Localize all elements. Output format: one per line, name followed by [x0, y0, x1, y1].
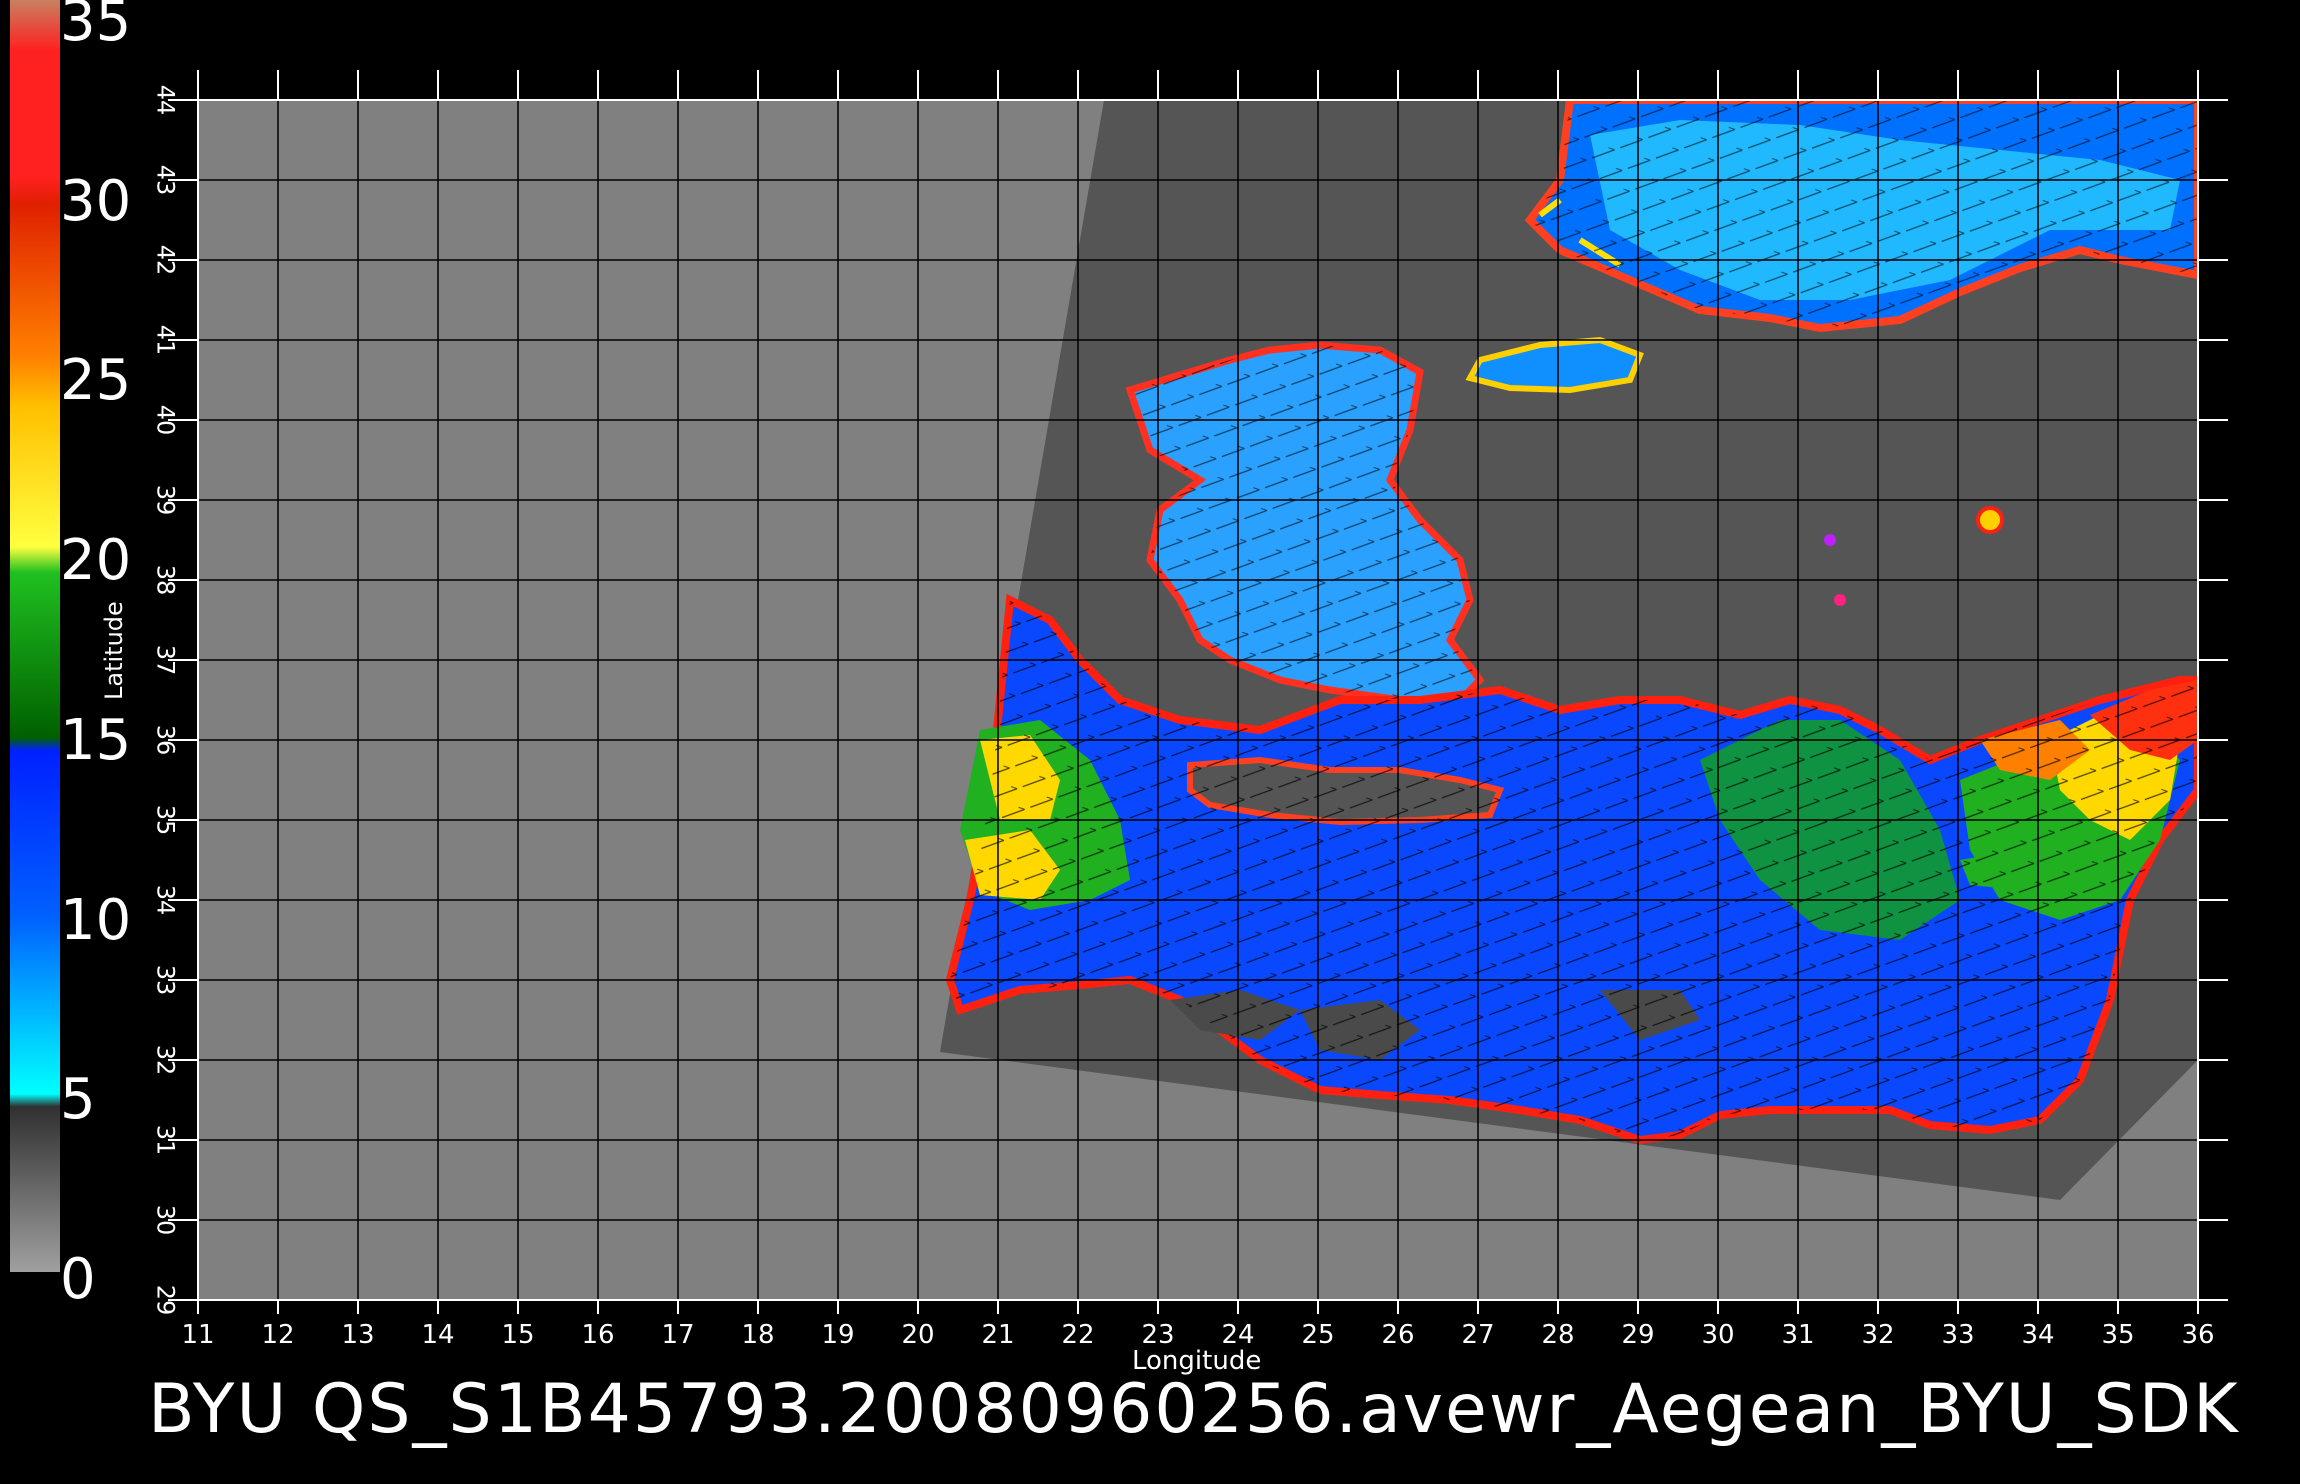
- x-tick-label: 34: [2021, 1320, 2055, 1350]
- y-tick-label: 29: [151, 1284, 180, 1316]
- x-tick-label: 20: [901, 1320, 935, 1350]
- colorbar-label: 5: [60, 1067, 96, 1133]
- colorbar-label: 25: [60, 348, 132, 414]
- image-title: BYU QS_S1B45793.20080960256.avewr_Aegean…: [148, 1370, 2240, 1449]
- y-tick-label: 40: [151, 404, 180, 436]
- x-tick-label: 26: [1381, 1320, 1415, 1350]
- x-tick-label: 29: [1621, 1320, 1655, 1350]
- x-tick-label: 13: [341, 1320, 375, 1350]
- colorbar-label: 0: [60, 1247, 96, 1312]
- y-tick-label: 41: [151, 324, 180, 356]
- colorbar-label: 15: [60, 707, 132, 773]
- x-tick-label: 14: [421, 1320, 455, 1350]
- x-tick-label: 27: [1461, 1320, 1495, 1350]
- island-dot: [1976, 506, 2004, 534]
- wind-speed-map: [10, 0, 2228, 1314]
- x-tick-label: 25: [1301, 1320, 1335, 1350]
- x-tick-label: 11: [181, 1320, 215, 1350]
- y-tick-label: 42: [151, 244, 180, 276]
- y-tick-label: 36: [151, 724, 180, 756]
- x-tick-label: 15: [501, 1320, 535, 1350]
- y-tick-label: 32: [151, 1044, 180, 1076]
- y-tick-label: 44: [151, 84, 180, 116]
- x-tick-label: 35: [2101, 1320, 2135, 1350]
- colorbar-label: 10: [60, 887, 132, 953]
- plot-area: [198, 100, 2198, 1300]
- x-tick-label: 22: [1061, 1320, 1095, 1350]
- x-tick-label: 33: [1941, 1320, 1975, 1350]
- y-tick-label: 38: [151, 564, 180, 596]
- x-tick-label: 19: [821, 1320, 855, 1350]
- colorbar-label: 20: [60, 528, 132, 594]
- y-tick-label: 37: [151, 644, 180, 676]
- x-tick-label: 31: [1781, 1320, 1815, 1350]
- y-tick-label: 35: [151, 804, 180, 836]
- x-tick-label: 28: [1541, 1320, 1575, 1350]
- colorbar-label: 30: [60, 168, 132, 234]
- y-tick-label: 31: [151, 1124, 180, 1156]
- y-axis-title: Latitude: [100, 601, 128, 700]
- map-figure: 35 30 25 20 15 10 5 0 11 12 13 14 15 16 17 18 19 20 21 22 2…: [0, 0, 2300, 1480]
- colorbar-label: 35: [60, 0, 132, 54]
- x-tick-label: 36: [2181, 1320, 2215, 1350]
- y-tick-label: 43: [151, 164, 180, 196]
- y-tick-label: 34: [151, 884, 180, 916]
- x-tick-label: 16: [581, 1320, 615, 1350]
- x-tick-label: 18: [741, 1320, 775, 1350]
- x-tick-label: 17: [661, 1320, 695, 1350]
- island-dot: [1834, 594, 1846, 606]
- island-dot: [1824, 534, 1836, 546]
- y-tick-label: 33: [151, 964, 180, 996]
- x-tick-label: 30: [1701, 1320, 1735, 1350]
- y-tick-label: 39: [151, 484, 180, 516]
- x-tick-label: 12: [261, 1320, 295, 1350]
- x-tick-label: 32: [1861, 1320, 1895, 1350]
- x-tick-label: 21: [981, 1320, 1015, 1350]
- y-tick-label: 30: [151, 1204, 180, 1236]
- colorbar: [10, 0, 60, 1272]
